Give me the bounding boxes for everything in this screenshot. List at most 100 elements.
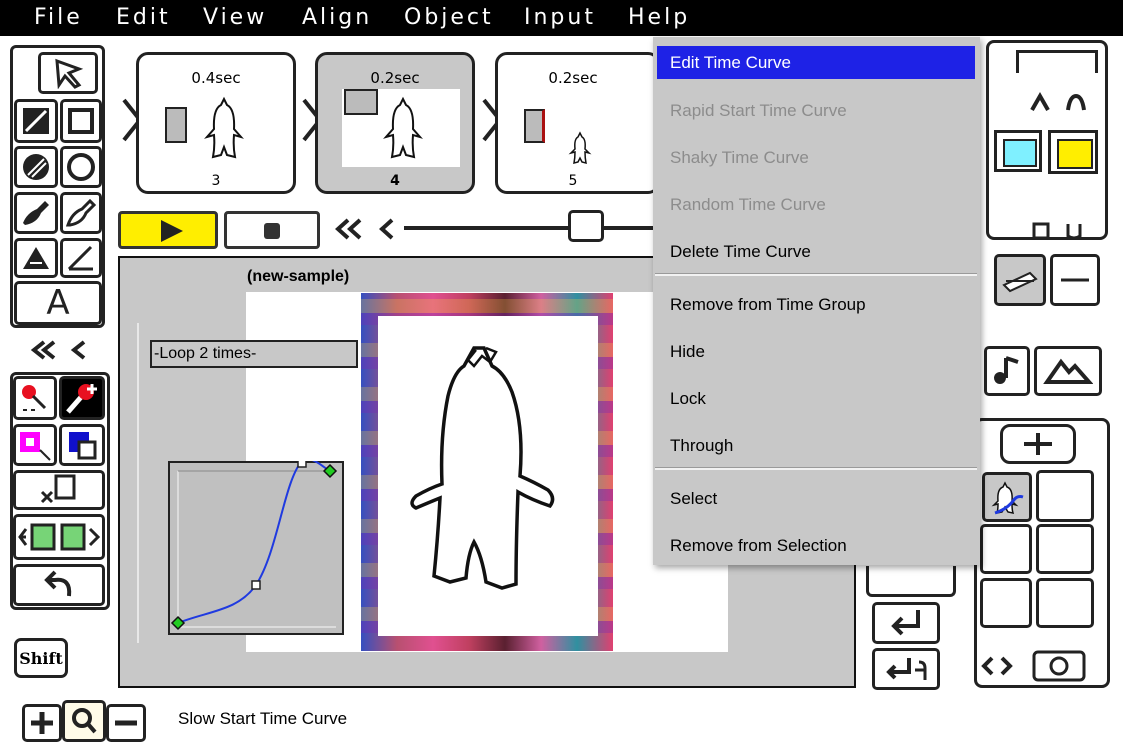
sample-title: (new-sample) xyxy=(247,268,350,285)
menu-edit-time-curve[interactable]: Edit Time Curve xyxy=(657,46,975,79)
layer-cell[interactable] xyxy=(980,524,1032,574)
horizontal-line-icon xyxy=(1061,278,1089,282)
magenta-square-icon xyxy=(20,432,51,461)
select-arrow-tool[interactable] xyxy=(38,52,98,94)
play-button[interactable] xyxy=(118,211,218,249)
zoom-reset-button[interactable] xyxy=(62,700,106,742)
undo-tool[interactable] xyxy=(13,564,105,606)
filled-ellipse-icon xyxy=(23,154,49,180)
menu-remove-from-time-group[interactable]: Remove from Time Group xyxy=(657,288,975,321)
frame-3[interactable]: 0.4sec 3 xyxy=(136,52,296,194)
layer-cell[interactable] xyxy=(1036,470,1094,522)
filled-polygon-tool[interactable] xyxy=(14,238,58,278)
brush-tool[interactable] xyxy=(60,192,102,234)
layer-nav[interactable] xyxy=(980,648,1090,684)
time-curve-graph[interactable] xyxy=(168,461,344,635)
rewind-controls[interactable] xyxy=(332,214,406,244)
plus-icon xyxy=(1024,433,1052,455)
menu-through[interactable]: Through xyxy=(657,429,975,462)
zoom-in-button[interactable] xyxy=(22,704,62,742)
sound-tool[interactable] xyxy=(984,346,1030,396)
return-button[interactable] xyxy=(872,602,940,644)
character-layer-icon xyxy=(991,481,1024,515)
menu-object[interactable]: Object xyxy=(404,0,494,36)
frame-4-selected[interactable]: 0.2sec 4 xyxy=(315,52,475,194)
character-thumbnail-icon xyxy=(204,96,244,159)
frame-duration: 0.2sec xyxy=(370,69,420,87)
secondary-color-swatch[interactable] xyxy=(1048,130,1098,174)
menu-lock[interactable]: Lock xyxy=(657,382,975,415)
color-panel-arrows[interactable] xyxy=(1030,220,1088,242)
line-width-tool[interactable] xyxy=(1050,254,1100,306)
frame-time-bar xyxy=(344,89,378,115)
time-curve-editor[interactable] xyxy=(168,461,344,635)
menu-rapid-start-time-curve[interactable]: Rapid Start Time Curve xyxy=(657,94,975,127)
magnifier-icon xyxy=(72,708,97,734)
brush-fill-icon xyxy=(23,201,49,225)
ellipse-tool[interactable] xyxy=(60,146,102,188)
rect-tool[interactable] xyxy=(60,99,102,143)
shift-label: Shift xyxy=(19,648,63,668)
color-nav-arrows[interactable] xyxy=(1024,88,1090,114)
text-tool[interactable]: A xyxy=(14,281,102,325)
add-layer-button[interactable] xyxy=(1000,424,1076,464)
stop-button[interactable] xyxy=(224,211,320,249)
angle-line-icon xyxy=(67,245,93,271)
pen-icon xyxy=(1002,271,1038,293)
timeline-slider-thumb[interactable] xyxy=(568,210,604,242)
menu-separator xyxy=(655,273,977,276)
rewind-chevrons-icon xyxy=(335,218,394,240)
pen-tool[interactable] xyxy=(994,254,1046,306)
swap-frames-tool[interactable] xyxy=(13,514,105,560)
menu-edit[interactable]: Edit xyxy=(116,0,171,36)
chevron-left-right-icon xyxy=(981,650,1086,682)
layer-cell[interactable] xyxy=(1036,524,1094,574)
delete-tool[interactable] xyxy=(13,470,105,510)
collapse-left-chevrons[interactable] xyxy=(28,336,98,364)
loop-label-box[interactable]: -Loop 2 times- xyxy=(150,340,358,368)
curve-control-point[interactable] xyxy=(297,461,307,468)
timeline-slider-track[interactable] xyxy=(404,226,656,230)
layer-cell[interactable] xyxy=(1036,578,1094,628)
menu-help[interactable]: Help xyxy=(628,0,690,36)
blue-select-tool[interactable] xyxy=(59,424,105,466)
magenta-select-tool[interactable] xyxy=(13,424,57,466)
menu-bar: File Edit View Align Object Input Help xyxy=(0,0,1123,36)
filled-ellipse-tool[interactable] xyxy=(14,146,58,188)
menu-remove-from-selection[interactable]: Remove from Selection xyxy=(657,529,975,562)
add-point-tool[interactable] xyxy=(13,376,57,420)
curve-end-point[interactable] xyxy=(322,463,338,479)
line-tool[interactable] xyxy=(60,238,102,278)
menu-select[interactable]: Select xyxy=(657,482,975,515)
chevron-up-icon xyxy=(1030,91,1086,111)
menu-shaky-time-curve[interactable]: Shaky Time Curve xyxy=(657,141,975,174)
pin-plus-icon xyxy=(66,384,97,414)
filled-rect-icon xyxy=(23,108,49,134)
image-tool[interactable] xyxy=(1034,346,1102,396)
add-point-inverse-tool[interactable] xyxy=(59,376,105,420)
frame-5[interactable]: 0.2sec 5 xyxy=(495,52,660,194)
filled-rect-tool[interactable] xyxy=(14,99,58,143)
music-note-icon xyxy=(994,356,1019,384)
frame-number: 5 xyxy=(568,173,578,189)
context-menu: Edit Time Curve Rapid Start Time Curve S… xyxy=(653,37,980,565)
color-panel-tab[interactable] xyxy=(1016,50,1098,73)
frame-number: 4 xyxy=(390,173,400,189)
zoom-out-button[interactable] xyxy=(106,704,146,742)
layer-cell[interactable] xyxy=(980,578,1032,628)
shift-button[interactable]: Shift xyxy=(14,638,68,678)
menu-view[interactable]: View xyxy=(203,0,267,36)
menu-delete-time-curve[interactable]: Delete Time Curve xyxy=(657,235,975,268)
menu-random-time-curve[interactable]: Random Time Curve xyxy=(657,188,975,221)
fill-brush-tool[interactable] xyxy=(14,192,58,234)
return-all-button[interactable] xyxy=(872,648,940,690)
menu-hide[interactable]: Hide xyxy=(657,335,975,368)
brush-icon xyxy=(65,198,97,227)
primary-color-swatch[interactable] xyxy=(994,130,1042,172)
menu-input[interactable]: Input xyxy=(524,0,596,36)
layer-cell-active[interactable] xyxy=(982,472,1032,522)
menu-align[interactable]: Align xyxy=(302,0,372,36)
character-canvas[interactable] xyxy=(378,316,598,636)
menu-file[interactable]: File xyxy=(34,0,83,36)
curve-control-point[interactable] xyxy=(251,580,261,590)
